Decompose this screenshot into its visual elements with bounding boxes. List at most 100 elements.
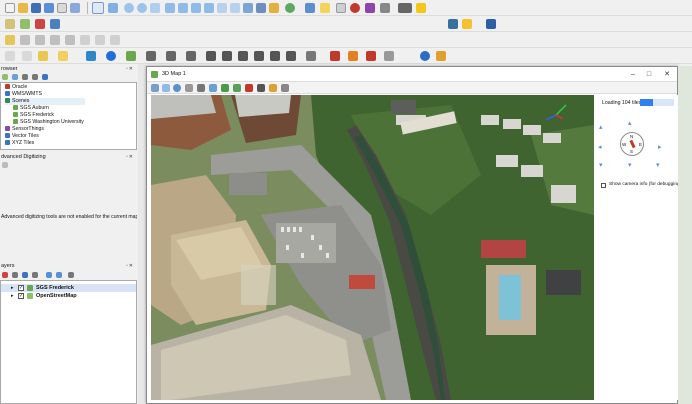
pan-to-selection-icon[interactable] [108, 3, 118, 13]
measure-icon[interactable] [380, 3, 390, 13]
new-project-icon[interactable] [5, 3, 15, 13]
zoom-rubberband-icon[interactable] [150, 3, 160, 13]
new-map-view-icon[interactable] [243, 3, 253, 13]
label-style-icon[interactable] [330, 51, 340, 61]
annotation-icon[interactable] [398, 3, 412, 13]
browser-item-vector-tiles[interactable]: Vector Tiles [5, 133, 39, 140]
move-feature-icon[interactable] [146, 51, 156, 61]
properties-icon[interactable] [42, 74, 48, 80]
pin-label-icon[interactable] [58, 51, 68, 61]
zoom-layer-icon[interactable] [191, 3, 201, 13]
camera-icon[interactable] [257, 84, 265, 92]
measure-3d-icon[interactable] [185, 84, 193, 92]
reshape-icon[interactable] [238, 51, 248, 61]
split-features-icon[interactable] [270, 51, 280, 61]
save-edits-icon[interactable] [22, 51, 32, 61]
pan-icon[interactable] [92, 2, 104, 14]
manage-themes-icon[interactable] [22, 272, 28, 278]
minimize-button[interactable]: – [625, 67, 641, 82]
processing-toolbox-icon[interactable] [95, 35, 105, 45]
wms-layer-icon[interactable] [50, 19, 60, 29]
play-icon[interactable] [221, 84, 229, 92]
layer-checkbox[interactable]: ✓ [18, 293, 24, 299]
navigation-arrow-left-icon[interactable]: ◂ [598, 143, 602, 151]
navigation-arrow-down-icon[interactable]: ▾ [628, 161, 632, 169]
terrain-icon[interactable] [233, 84, 241, 92]
identify-3d-icon[interactable] [173, 84, 181, 92]
graphical-modeler-icon[interactable] [110, 35, 120, 45]
vertex-tool-icon[interactable] [65, 35, 75, 45]
open-folder-icon[interactable] [18, 3, 28, 13]
save-icon[interactable] [31, 3, 41, 13]
tips-icon[interactable] [416, 3, 426, 13]
browser-item-wms[interactable]: WMS/WMTS [5, 91, 42, 98]
select-features-icon[interactable] [320, 3, 330, 13]
rotate-label-icon[interactable] [306, 51, 316, 61]
filter-legend-icon[interactable] [32, 272, 38, 278]
statistics-sum-icon[interactable] [365, 3, 375, 13]
layer-add-icon[interactable] [5, 19, 15, 29]
layer-row-openstreetmap[interactable]: ▸ ✓ OpenStreetMap [1, 292, 136, 300]
merge-features-icon[interactable] [286, 51, 296, 61]
config-icon[interactable] [281, 84, 289, 92]
navigation-arrow-right-icon[interactable]: ▸ [658, 143, 662, 151]
attribute-table-icon[interactable] [336, 3, 346, 13]
edit-toggle-icon[interactable] [5, 51, 15, 61]
browser-item-scenes[interactable]: Scenes [5, 98, 85, 105]
zoom-full-3d-icon[interactable] [162, 84, 170, 92]
label-color-icon[interactable] [348, 51, 358, 61]
browser-tree[interactable]: Oracle WMS/WMTS Scenes SGS Auburn SGS Fr… [0, 82, 137, 150]
bookmark-icon[interactable] [269, 3, 279, 13]
browser-item-sgs-auburn[interactable]: SGS Auburn [13, 105, 49, 112]
zoom-last-icon[interactable] [217, 3, 227, 13]
navigation-arrow-down-left-icon[interactable]: ▾ [599, 161, 603, 169]
fill-ring-icon[interactable] [222, 51, 232, 61]
refresh-browser-icon[interactable] [12, 74, 18, 80]
layers-tree[interactable]: ▸ ✓ SGS Frederick ▸ ✓ OpenStreetMap [0, 280, 137, 404]
simplify-icon[interactable] [186, 51, 196, 61]
effects-icon[interactable] [245, 84, 253, 92]
layout-manager-icon[interactable] [70, 3, 80, 13]
add-layers-icon[interactable] [2, 74, 8, 80]
navigation-arrow-down-right-icon[interactable]: ▾ [656, 161, 660, 169]
rotate-feature-icon[interactable] [166, 51, 176, 61]
browser-item-oracle[interactable]: Oracle [5, 84, 27, 91]
browser-item-sensorthings[interactable]: SensorThings [5, 126, 44, 133]
camera-info-checkbox[interactable] [601, 183, 606, 188]
layer-checkbox[interactable]: ✓ [18, 285, 24, 291]
expand-arrow-icon[interactable]: ▸ [11, 292, 14, 300]
zoom-in-icon[interactable] [124, 3, 134, 13]
add-point-icon[interactable] [20, 35, 30, 45]
label-show-icon[interactable] [366, 51, 376, 61]
digitize-icon[interactable] [5, 35, 15, 45]
identify-icon[interactable] [305, 3, 315, 13]
temporal-icon[interactable] [256, 3, 266, 13]
layout-icon[interactable] [86, 51, 96, 61]
info-icon[interactable] [420, 51, 430, 61]
help-icon[interactable] [486, 19, 496, 29]
dock-splitter[interactable] [138, 64, 146, 404]
browser-item-xyz-tiles[interactable]: XYZ Tiles [5, 140, 34, 146]
add-polygon-icon[interactable] [50, 35, 60, 45]
map-tips-icon[interactable] [436, 51, 446, 61]
add-ring-icon[interactable] [206, 51, 216, 61]
vector-layer-icon[interactable] [20, 19, 30, 29]
browser-item-sgs-frederick[interactable]: SGS Frederick [13, 112, 54, 119]
new-print-layout-icon[interactable] [57, 3, 67, 13]
layer-row-sgs-frederick[interactable]: ▸ ✓ SGS Frederick [1, 284, 136, 292]
refresh-icon[interactable] [285, 3, 295, 13]
collapse-all-icon[interactable] [32, 74, 38, 80]
no-entry-icon[interactable] [106, 51, 116, 61]
expand-arrow-icon[interactable]: ▸ [11, 284, 14, 292]
zoom-out-icon[interactable] [137, 3, 147, 13]
maximize-button[interactable]: □ [641, 67, 657, 82]
zoom-selection-icon[interactable] [178, 3, 188, 13]
export-image-icon[interactable] [209, 84, 217, 92]
options-icon[interactable] [269, 84, 277, 92]
browser-item-sgs-washington[interactable]: SGS Washington University [13, 119, 84, 126]
plugin-icon[interactable] [462, 19, 472, 29]
save-as-icon[interactable] [44, 3, 54, 13]
filter-icon[interactable] [22, 74, 28, 80]
navigation-arrow-up-left-icon[interactable]: ▴ [599, 123, 603, 131]
add-line-icon[interactable] [35, 35, 45, 45]
